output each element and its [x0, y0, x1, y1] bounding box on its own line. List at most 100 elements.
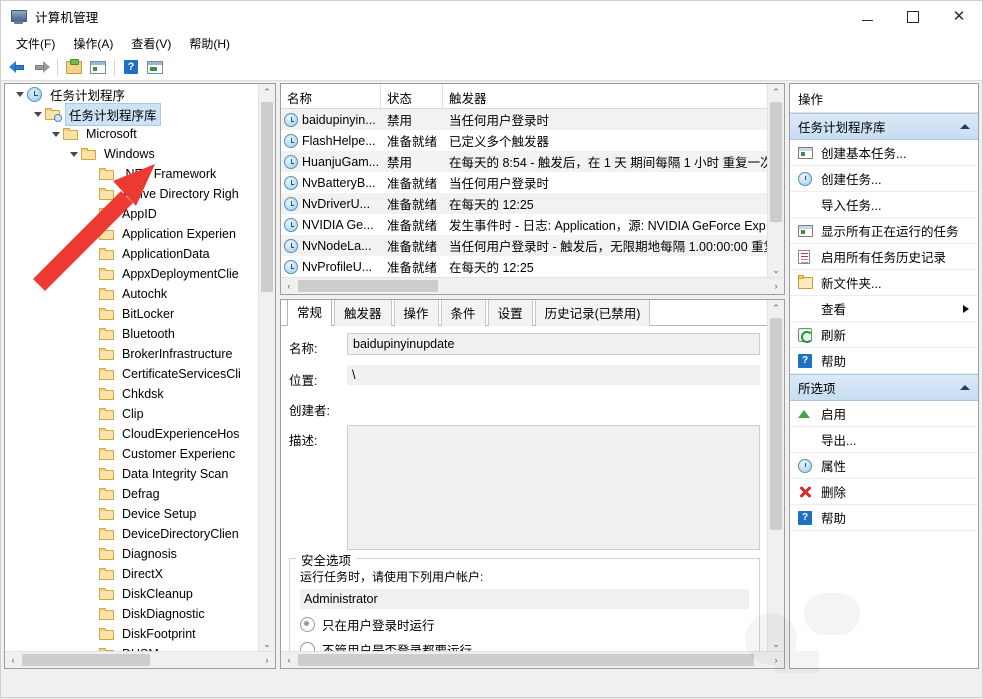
- action-item[interactable]: ?帮助: [790, 348, 978, 374]
- table-row[interactable]: baidupinyin...禁用当任何用户登录时: [281, 109, 784, 130]
- chevron-up-icon[interactable]: [960, 124, 970, 129]
- up-folder-button[interactable]: [62, 56, 86, 78]
- tree-scroll-right-button[interactable]: ›: [259, 652, 275, 668]
- chevron-down-icon[interactable]: [31, 107, 45, 121]
- tab-3[interactable]: 条件: [441, 299, 486, 326]
- tree-item[interactable]: Application Experien: [5, 224, 259, 244]
- column-header-status[interactable]: 状态: [381, 84, 443, 108]
- tasklist-horizontal-scrollbar[interactable]: ‹ ›: [281, 277, 784, 294]
- tab-1[interactable]: 触发器: [334, 299, 392, 326]
- maximize-button[interactable]: [890, 1, 936, 32]
- tree-vertical-scrollbar[interactable]: ⌃ ⌄: [258, 84, 275, 652]
- action-item[interactable]: 导入任务...: [790, 192, 978, 218]
- tree-item[interactable]: Bluetooth: [5, 324, 259, 344]
- help-button[interactable]: ?: [119, 56, 143, 78]
- table-row[interactable]: FlashHelpe...准备就绪已定义多个触发器: [281, 130, 784, 151]
- detail-value-description[interactable]: [347, 425, 760, 550]
- table-row[interactable]: NvProfileU...准备就绪在每天的 12:25: [281, 256, 784, 277]
- table-row[interactable]: NvDriverU...准备就绪在每天的 12:25: [281, 193, 784, 214]
- radio-icon-logged-on[interactable]: [300, 617, 315, 632]
- tree-item[interactable]: DiskCleanup: [5, 584, 259, 604]
- table-row[interactable]: NvBatteryB...准备就绪当任何用户登录时: [281, 172, 784, 193]
- tree-item[interactable]: CloudExperienceHos: [5, 424, 259, 444]
- tree-item[interactable]: DiskFootprint: [5, 624, 259, 644]
- tree-item[interactable]: DirectX: [5, 564, 259, 584]
- action-item[interactable]: 导出...: [790, 427, 978, 453]
- tree-item[interactable]: Microsoft: [5, 124, 259, 144]
- action-item[interactable]: 刷新: [790, 322, 978, 348]
- tree-item[interactable]: 任务计划程序库: [5, 104, 259, 124]
- table-row[interactable]: NVIDIA Ge...准备就绪发生事件时 - 日志: Application，…: [281, 214, 784, 235]
- menu-help[interactable]: 帮助(H): [180, 33, 239, 54]
- tree-item[interactable]: Chkdsk: [5, 384, 259, 404]
- tree-item[interactable]: CertificateServicesCli: [5, 364, 259, 384]
- tree-item[interactable]: ApplicationData: [5, 244, 259, 264]
- details-scrollbar-thumb[interactable]: [770, 318, 782, 530]
- detail-value-name[interactable]: baidupinyinupdate: [347, 333, 760, 355]
- chevron-down-icon[interactable]: [13, 87, 27, 101]
- action-item[interactable]: 创建基本任务...: [790, 140, 978, 166]
- tree-item[interactable]: .NET Framework: [5, 164, 259, 184]
- tree-item[interactable]: Autochk: [5, 284, 259, 304]
- tree-item[interactable]: BrokerInfrastructure: [5, 344, 259, 364]
- details-scroll-left-button[interactable]: ‹: [281, 652, 297, 668]
- tree-horizontal-scrollbar[interactable]: ‹ ›: [5, 651, 275, 668]
- tab-5[interactable]: 历史记录(已禁用): [535, 299, 651, 326]
- minimize-button[interactable]: [844, 1, 890, 32]
- tree-scroll-up-button[interactable]: ⌃: [259, 84, 275, 100]
- details-vertical-scrollbar[interactable]: ⌃ ⌄: [767, 300, 784, 652]
- show-action-pane-button[interactable]: [143, 56, 167, 78]
- tasklist-scroll-right-button[interactable]: ›: [768, 278, 784, 294]
- column-header-triggers[interactable]: 触发器: [443, 84, 784, 108]
- show-console-tree-button[interactable]: [86, 56, 110, 78]
- tree-hscrollbar-thumb[interactable]: [22, 654, 150, 666]
- table-row[interactable]: NvNodeLa...准备就绪当任何用户登录时 - 触发后，无限期地每隔 1.0…: [281, 235, 784, 256]
- tab-4[interactable]: 设置: [488, 299, 533, 326]
- radio-run-only-when-logged-on[interactable]: 只在用户登录时运行: [300, 615, 749, 634]
- tree-scrollbar-thumb[interactable]: [261, 102, 273, 292]
- tree-item[interactable]: Data Integrity Scan: [5, 464, 259, 484]
- tree-item[interactable]: Diagnosis: [5, 544, 259, 564]
- back-button[interactable]: [5, 56, 29, 78]
- details-hscrollbar-thumb[interactable]: [298, 654, 754, 666]
- details-horizontal-scrollbar[interactable]: ‹ ›: [281, 651, 784, 668]
- tasklist-vertical-scrollbar[interactable]: ⌃ ⌄: [767, 84, 784, 278]
- tree-item[interactable]: AppID: [5, 204, 259, 224]
- tree-item[interactable]: DiskDiagnostic: [5, 604, 259, 624]
- tree-item[interactable]: AppxDeploymentClie: [5, 264, 259, 284]
- action-item[interactable]: 新文件夹...: [790, 270, 978, 296]
- tree-item[interactable]: Active Directory Righ: [5, 184, 259, 204]
- menu-view[interactable]: 查看(V): [122, 33, 180, 54]
- chevron-up-icon[interactable]: [960, 385, 970, 390]
- tree-scroll-down-button[interactable]: ⌄: [259, 636, 275, 652]
- details-scroll-right-button[interactable]: ›: [768, 652, 784, 668]
- menu-action[interactable]: 操作(A): [64, 33, 122, 54]
- tab-0[interactable]: 常规: [287, 299, 332, 326]
- action-item[interactable]: 显示所有正在运行的任务: [790, 218, 978, 244]
- tree-item[interactable]: DeviceDirectoryClien: [5, 524, 259, 544]
- tab-2[interactable]: 操作: [394, 299, 439, 326]
- action-item[interactable]: 属性: [790, 453, 978, 479]
- tasklist-scroll-left-button[interactable]: ‹: [281, 278, 297, 294]
- chevron-down-icon[interactable]: [49, 127, 63, 141]
- action-item[interactable]: ?帮助: [790, 505, 978, 531]
- tree-item[interactable]: 任务计划程序: [5, 84, 259, 104]
- tasklist-scroll-down-button[interactable]: ⌄: [768, 262, 784, 278]
- tree-item[interactable]: Clip: [5, 404, 259, 424]
- tasklist-scrollbar-thumb[interactable]: [770, 102, 782, 222]
- tree-scroll-left-button[interactable]: ‹: [5, 652, 21, 668]
- action-item[interactable]: 查看: [790, 296, 978, 322]
- column-header-name[interactable]: 名称: [281, 84, 381, 108]
- tasklist-scroll-up-button[interactable]: ⌃: [768, 84, 784, 100]
- details-scroll-up-button[interactable]: ⌃: [768, 300, 784, 316]
- tasklist-hscrollbar-thumb[interactable]: [298, 280, 438, 292]
- chevron-down-icon[interactable]: [67, 147, 81, 161]
- action-item[interactable]: 创建任务...: [790, 166, 978, 192]
- action-item[interactable]: 启用所有任务历史记录: [790, 244, 978, 270]
- menu-file[interactable]: 文件(F): [7, 33, 64, 54]
- action-item[interactable]: 删除: [790, 479, 978, 505]
- actions-group-header[interactable]: 任务计划程序库: [790, 113, 978, 140]
- details-scroll-down-button[interactable]: ⌄: [768, 636, 784, 652]
- close-button[interactable]: ✕: [936, 1, 982, 32]
- tree-item[interactable]: Customer Experienc: [5, 444, 259, 464]
